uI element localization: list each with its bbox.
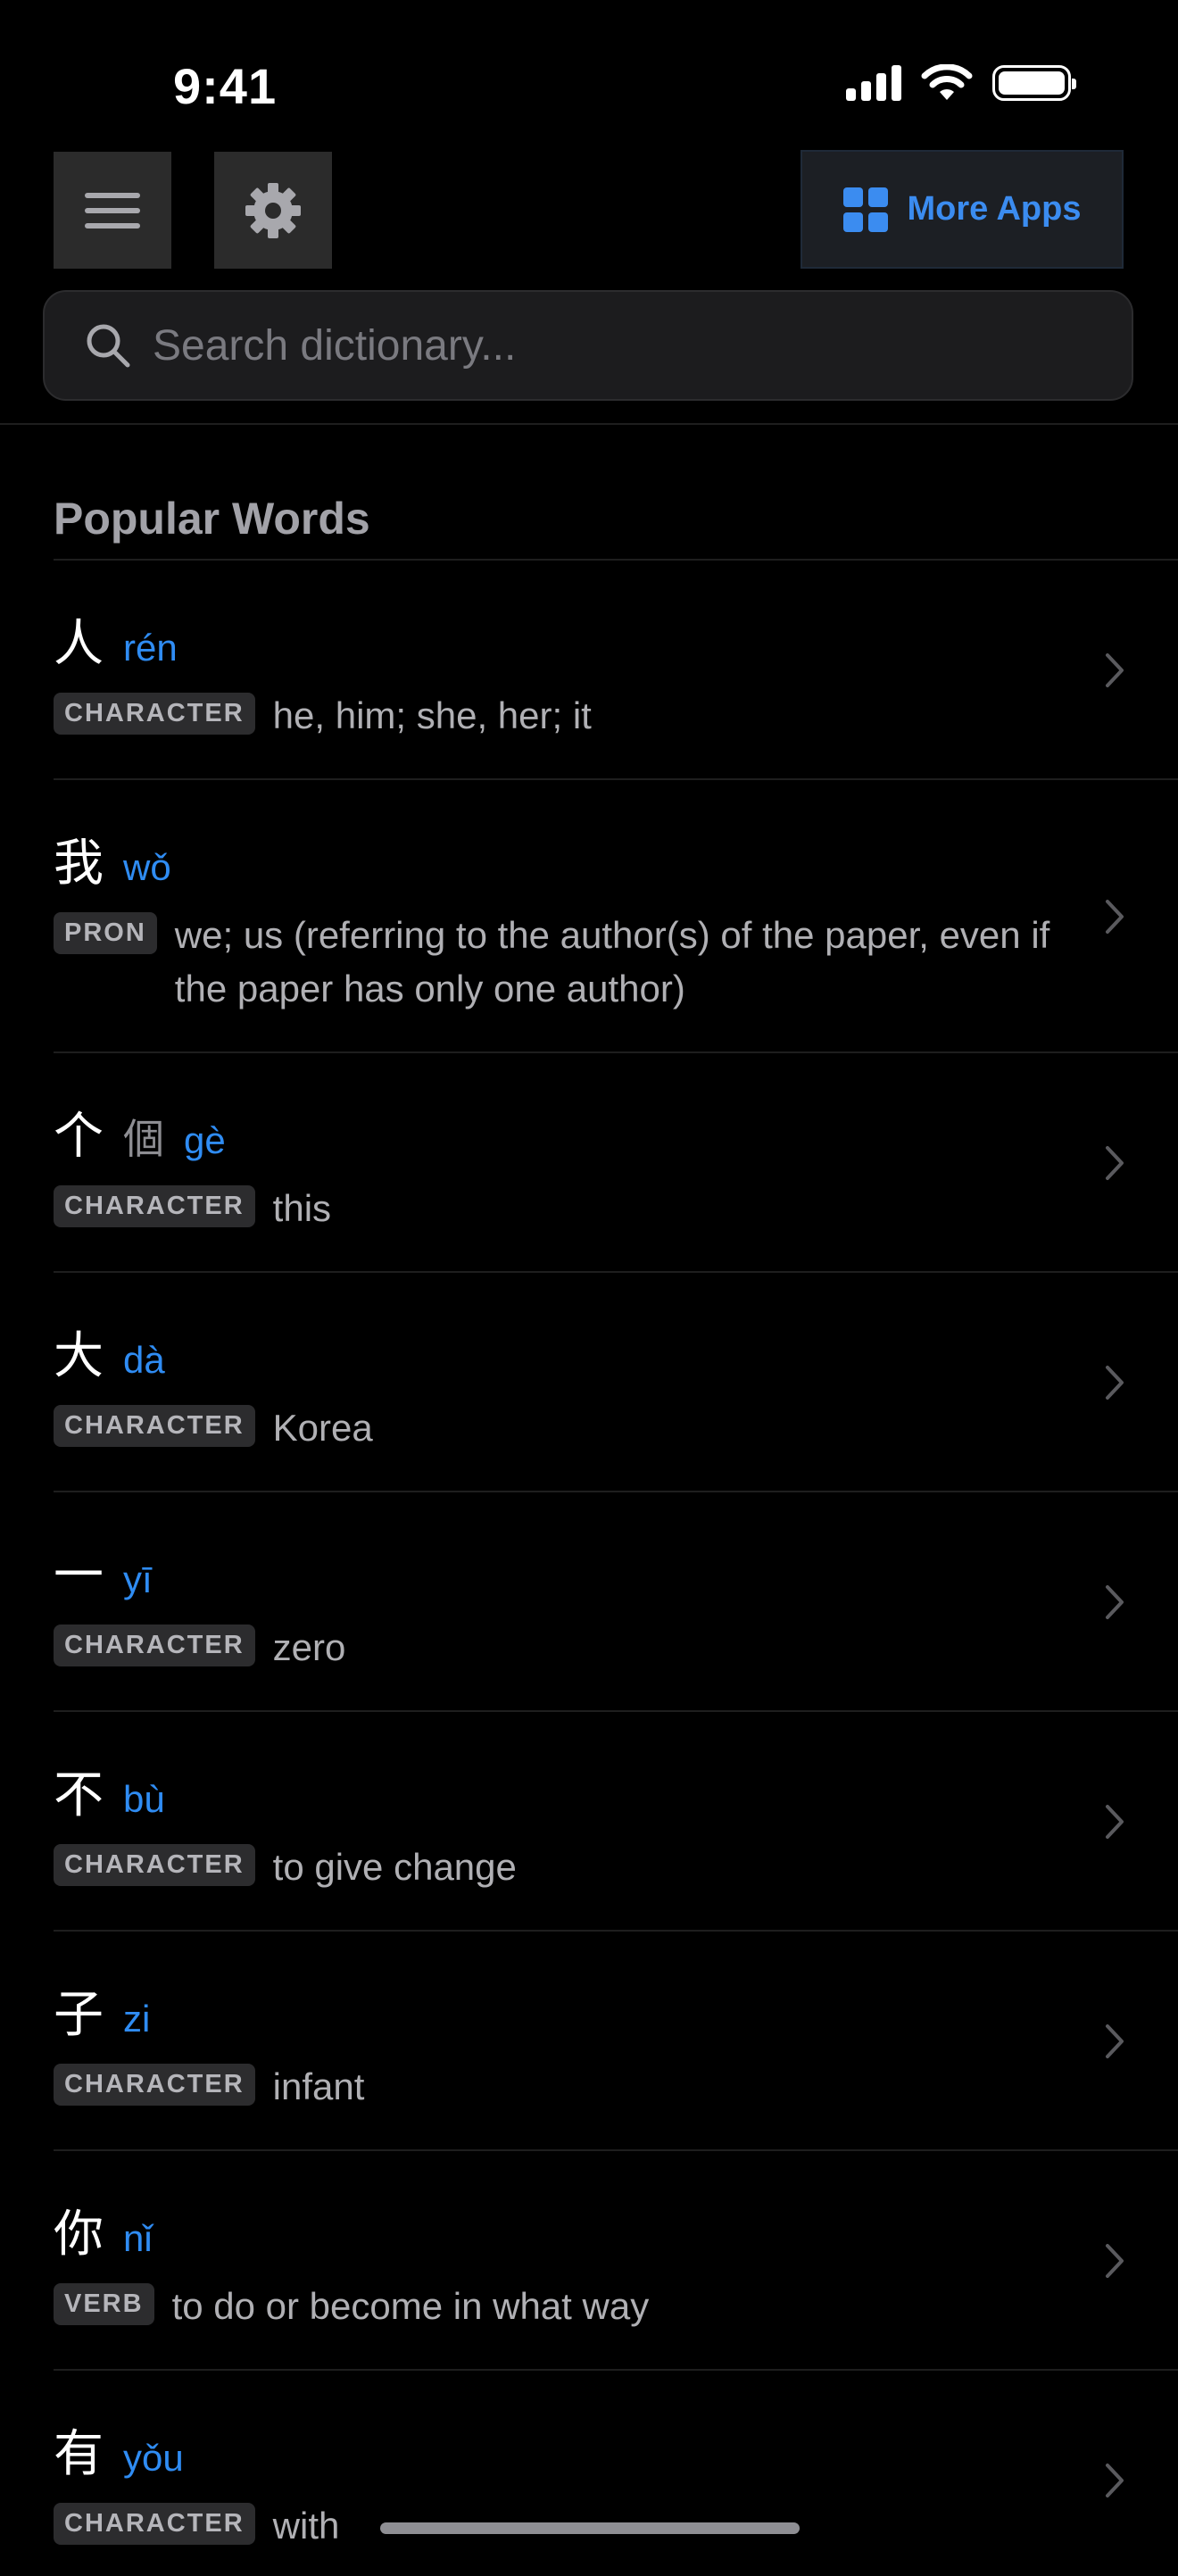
word-row[interactable]: 一 yī CHARACTER zero	[54, 1492, 1178, 1712]
status-time: 9:41	[173, 58, 278, 114]
word-row[interactable]: 我 wǒ PRON we; us (referring to the author(…	[54, 780, 1178, 1053]
section-title: Popular Words	[54, 494, 370, 544]
search-icon	[87, 324, 130, 368]
word-definition: to give change	[272, 1846, 517, 1888]
word-definition: to do or become in what way	[171, 2285, 650, 2327]
word-hanzi: 子	[54, 1986, 104, 2044]
word-pinyin: nǐ	[123, 2217, 153, 2259]
part-of-speech-badge: PRON	[54, 912, 157, 954]
status-icons	[846, 64, 1076, 102]
chevron-right-icon	[1106, 1146, 1124, 1180]
word-pinyin: wǒ	[123, 846, 171, 888]
part-of-speech-badge: CHARACTER	[54, 1185, 255, 1227]
chevron-right-icon	[1106, 900, 1124, 934]
word-hanzi: 大	[54, 1327, 104, 1385]
wifi-icon	[921, 64, 973, 100]
hamburger-menu-icon	[85, 192, 140, 229]
part-of-speech-badge: CHARACTER	[54, 1405, 255, 1447]
word-definition: he, him; she, her; it	[272, 694, 592, 736]
word-definition: with	[272, 2505, 340, 2547]
home-indicator	[380, 2522, 800, 2534]
status-bar: 9:41	[0, 0, 1178, 134]
popular-words-list: 人 rén CHARACTER he, him; she, her; it 我 wǒ …	[54, 559, 1178, 2576]
word-hanzi: 你	[54, 2206, 104, 2264]
gear-icon	[245, 182, 301, 238]
part-of-speech-badge: CHARACTER	[54, 2064, 255, 2106]
word-hanzi: 一	[54, 1547, 104, 1605]
word-pinyin: yī	[123, 1558, 153, 1600]
chevron-right-icon	[1106, 1805, 1124, 1839]
word-hanzi: 人	[54, 615, 104, 673]
part-of-speech-badge: VERB	[54, 2283, 154, 2325]
word-definition: this	[272, 1187, 332, 1229]
word-traditional: 個	[123, 1115, 164, 1163]
chevron-right-icon	[1106, 1585, 1124, 1619]
menu-button[interactable]	[54, 152, 171, 269]
chevron-right-icon	[1106, 653, 1124, 687]
settings-button[interactable]	[214, 152, 332, 269]
part-of-speech-badge: CHARACTER	[54, 1625, 255, 1666]
search-bar[interactable]	[43, 290, 1133, 401]
word-row[interactable]: 个個 gè CHARACTER this	[54, 1053, 1178, 1273]
word-hanzi: 个	[54, 1108, 104, 1166]
word-hanzi: 不	[54, 1766, 104, 1824]
word-definition: zero	[272, 1626, 346, 1668]
part-of-speech-badge: CHARACTER	[54, 1844, 255, 1886]
word-pinyin: rén	[123, 627, 178, 669]
word-pinyin: bù	[123, 1778, 165, 1820]
word-hanzi: 有	[54, 2425, 104, 2483]
part-of-speech-badge: CHARACTER	[54, 693, 255, 735]
cellular-signal-icon	[846, 65, 901, 101]
word-row[interactable]: 人 rén CHARACTER he, him; she, her; it	[54, 561, 1178, 780]
word-row[interactable]: 你 nǐ VERB to do or become in what way	[54, 2151, 1178, 2371]
word-row[interactable]: 子 zi CHARACTER infant	[54, 1932, 1178, 2151]
chevron-right-icon	[1106, 2024, 1124, 2058]
word-pinyin: dà	[123, 1339, 165, 1381]
word-row[interactable]: 大 dà CHARACTER Korea	[54, 1273, 1178, 1492]
word-pinyin: zi	[123, 1998, 151, 2040]
word-pinyin: gè	[184, 1119, 226, 1161]
word-row[interactable]: 不 bù CHARACTER to give change	[54, 1712, 1178, 1932]
word-definition: we; us (referring to the author(s) of th…	[174, 914, 1050, 1010]
word-definition: infant	[272, 2065, 365, 2107]
apps-grid-icon	[842, 187, 888, 232]
word-pinyin: yǒu	[123, 2437, 184, 2479]
part-of-speech-badge: CHARACTER	[54, 2503, 255, 2545]
header-divider	[0, 423, 1178, 425]
more-apps-label: More Apps	[907, 190, 1082, 228]
chevron-right-icon	[1106, 2244, 1124, 2278]
battery-icon	[992, 65, 1076, 101]
more-apps-button[interactable]: More Apps	[801, 150, 1124, 269]
word-hanzi: 我	[54, 835, 104, 893]
word-definition: Korea	[272, 1407, 373, 1449]
chevron-right-icon	[1106, 1366, 1124, 1400]
chevron-right-icon	[1106, 2464, 1124, 2497]
search-input[interactable]	[151, 320, 1132, 371]
word-row[interactable]: 有 yǒu CHARACTER with	[54, 2371, 1178, 2576]
